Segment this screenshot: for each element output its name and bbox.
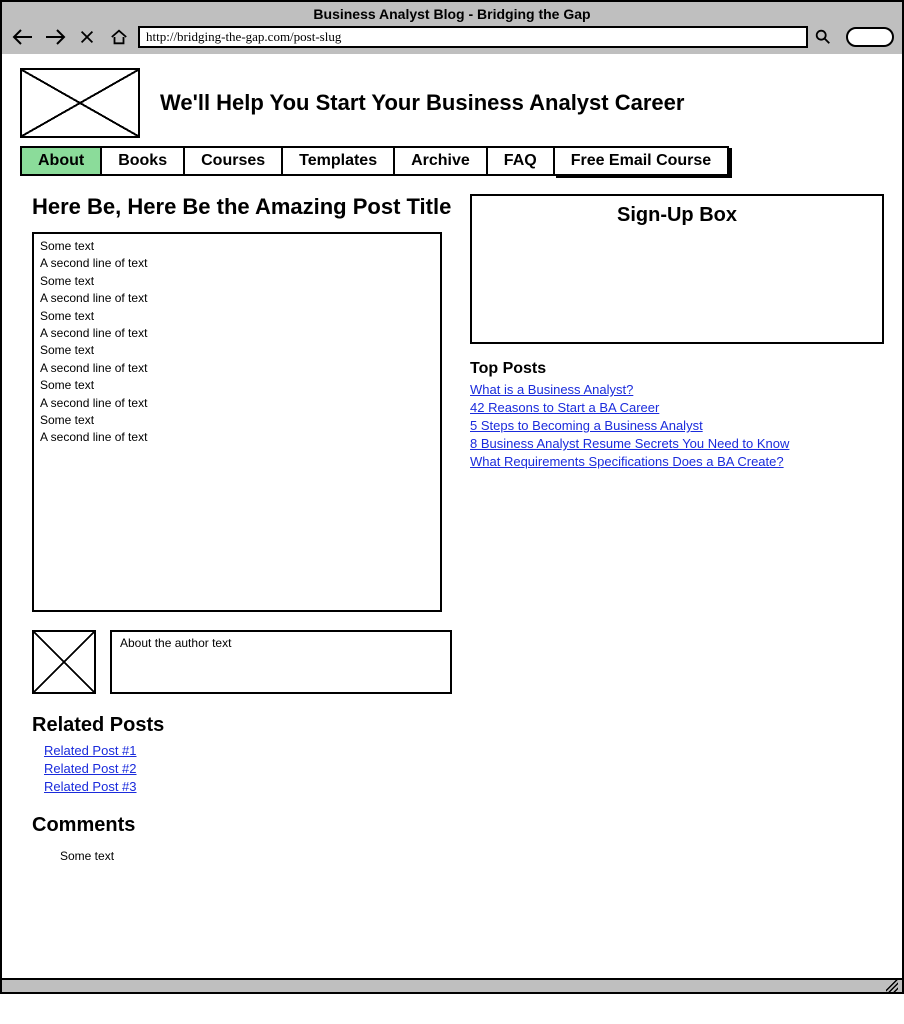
top-post-link[interactable]: 42 Reasons to Start a BA Career xyxy=(470,400,884,415)
related-post-link[interactable]: Related Post #3 xyxy=(44,779,452,794)
related-heading: Related Posts xyxy=(32,714,452,737)
post-body-line: Some text xyxy=(40,238,434,255)
top-post-link[interactable]: What is a Business Analyst? xyxy=(470,382,884,397)
post-body-line: Some text xyxy=(40,412,434,429)
post-body: Some textA second line of textSome textA… xyxy=(32,232,442,612)
url-bar[interactable] xyxy=(138,26,808,48)
nav-tab-archive[interactable]: Archive xyxy=(393,146,486,176)
nav-tab-courses[interactable]: Courses xyxy=(183,146,281,176)
stop-button[interactable] xyxy=(74,26,100,48)
comments-heading: Comments xyxy=(32,814,452,837)
status-bar xyxy=(2,978,902,992)
post-body-line: Some text xyxy=(40,342,434,359)
site-tagline: We'll Help You Start Your Business Analy… xyxy=(160,90,684,116)
resize-grip-icon[interactable] xyxy=(886,980,898,992)
author-avatar xyxy=(32,630,96,694)
post-body-line: Some text xyxy=(40,273,434,290)
top-post-link[interactable]: 5 Steps to Becoming a Business Analyst xyxy=(470,418,884,433)
post-body-line: A second line of text xyxy=(40,255,434,272)
post-body-line: Some text xyxy=(40,308,434,325)
nav-tab-faq[interactable]: FAQ xyxy=(486,146,553,176)
primary-nav: AboutBooksCoursesTemplatesArchiveFAQFree… xyxy=(20,146,884,176)
back-button[interactable] xyxy=(10,26,36,48)
signup-box[interactable]: Sign-Up Box xyxy=(470,194,884,344)
comments-body: Some text xyxy=(60,849,452,863)
top-post-link[interactable]: 8 Business Analyst Resume Secrets You Ne… xyxy=(470,436,884,451)
top-posts-list: What is a Business Analyst? 42 Reasons to… xyxy=(470,382,884,469)
post-body-line: A second line of text xyxy=(40,290,434,307)
post-body-line: A second line of text xyxy=(40,325,434,342)
forward-button[interactable] xyxy=(42,26,68,48)
window-title: Business Analyst Blog - Bridging the Gap xyxy=(10,4,894,26)
post-body-line: A second line of text xyxy=(40,395,434,412)
home-button[interactable] xyxy=(106,26,132,48)
post-body-line: A second line of text xyxy=(40,429,434,446)
related-post-link[interactable]: Related Post #2 xyxy=(44,761,452,776)
page-viewport: We'll Help You Start Your Business Analy… xyxy=(0,54,904,994)
post-body-line: Some text xyxy=(40,377,434,394)
search-field[interactable] xyxy=(846,27,894,47)
browser-chrome: Business Analyst Blog - Bridging the Gap xyxy=(0,0,904,54)
post-body-line: A second line of text xyxy=(40,360,434,377)
signup-title: Sign-Up Box xyxy=(617,204,737,226)
top-post-link[interactable]: What Requirements Specifications Does a … xyxy=(470,454,884,469)
nav-tab-books[interactable]: Books xyxy=(100,146,183,176)
nav-tab-about[interactable]: About xyxy=(20,146,100,176)
top-posts-heading: Top Posts xyxy=(470,360,884,378)
related-post-link[interactable]: Related Post #1 xyxy=(44,743,452,758)
nav-tab-templates[interactable]: Templates xyxy=(281,146,393,176)
post-title: Here Be, Here Be the Amazing Post Title xyxy=(32,194,452,220)
site-logo[interactable] xyxy=(20,68,140,138)
related-posts-list: Related Post #1 Related Post #2 Related Po… xyxy=(32,743,452,794)
nav-tab-free-email-course[interactable]: Free Email Course xyxy=(553,146,730,176)
author-bio: About the author text xyxy=(110,630,452,694)
search-icon[interactable] xyxy=(814,28,832,46)
